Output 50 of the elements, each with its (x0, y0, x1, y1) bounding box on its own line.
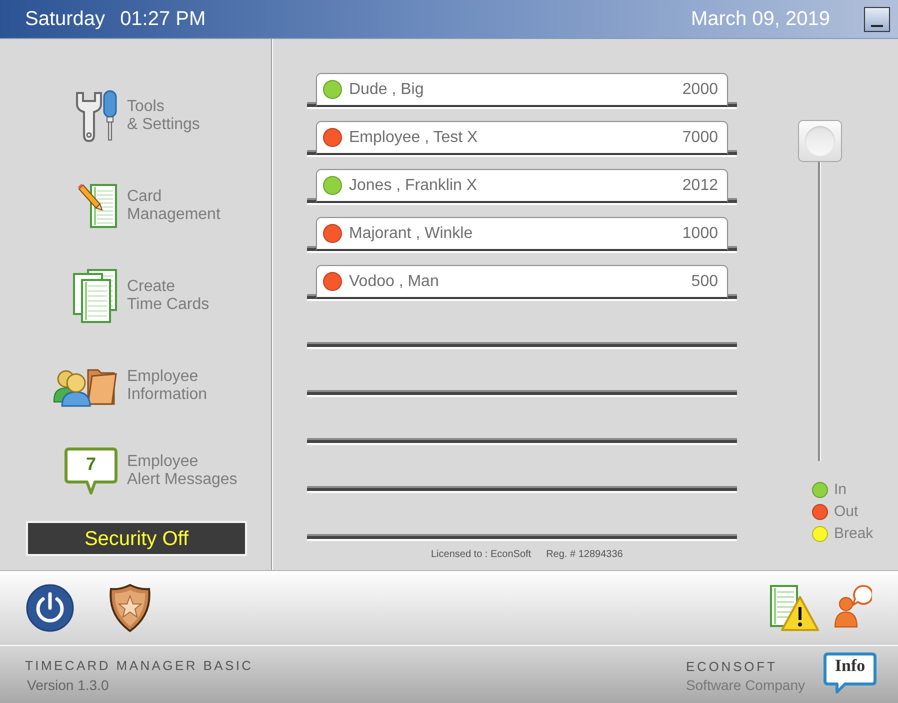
shield-star-icon (108, 583, 152, 633)
registration-number: Reg. # 12894336 (546, 548, 623, 562)
employee-row[interactable]: Jones , Franklin X 2012 (316, 169, 728, 204)
power-button[interactable] (26, 584, 74, 632)
company-name: ECONSOFT (686, 659, 778, 674)
document-pencil-icon (76, 183, 118, 229)
security-shield-button[interactable] (108, 583, 152, 633)
user-messages-button[interactable] (834, 584, 872, 628)
legend-label: Out (834, 504, 858, 519)
info-button[interactable]: Info (823, 652, 877, 694)
power-icon (26, 584, 74, 632)
scrollbar-thumb[interactable] (798, 120, 842, 162)
employee-name: Dude , Big (349, 80, 424, 100)
employee-number: 2000 (682, 80, 718, 100)
product-name: TIMECARD MANAGER BASIC (25, 658, 254, 673)
day-label: Saturday (25, 7, 106, 32)
employee-row[interactable]: Vodoo , Man 500 (316, 265, 728, 300)
minimize-icon (871, 24, 883, 26)
legend-label: Break (834, 526, 874, 541)
document-warning-icon (769, 584, 819, 632)
tools-settings-button[interactable]: Tools & Settings (74, 90, 200, 142)
employee-row[interactable]: Dude , Big 2000 (316, 73, 728, 108)
employee-name: Majorant , Winkle (349, 224, 473, 244)
alerts-report-button[interactable] (769, 584, 819, 632)
card-management-button[interactable]: Card Management (76, 183, 220, 229)
employee-row[interactable]: Majorant , Winkle 1000 (316, 217, 728, 252)
time-label: 01:27 PM (120, 7, 206, 32)
employee-number: 7000 (682, 128, 718, 148)
version-label: Version 1.3.0 (27, 677, 110, 693)
scrollbar-track[interactable] (818, 162, 821, 461)
employee-row[interactable]: Employee , Test X 7000 (316, 121, 728, 156)
company-tagline: Software Company (686, 677, 805, 693)
employee-name: Employee , Test X (349, 128, 478, 148)
employee-number: 1000 (682, 224, 718, 244)
person-speech-bubble-icon (834, 584, 872, 628)
security-status-label: Security Off (26, 521, 247, 556)
employee-information-button[interactable]: Employee Information (52, 364, 208, 408)
legend-label: In (834, 482, 847, 497)
employee-alert-messages-button[interactable]: 7 Employee Alert Messages (64, 446, 238, 496)
employee-name: Jones , Franklin X (349, 176, 478, 196)
create-time-cards-button[interactable]: Create Time Cards (72, 268, 210, 324)
employee-name: Vodoo , Man (349, 272, 439, 292)
employee-number: 500 (691, 272, 718, 292)
license-text: Licensed to : EconSoft (431, 548, 532, 562)
employee-number: 2012 (682, 176, 718, 196)
wrench-screwdriver-icon (74, 90, 118, 142)
minimize-button[interactable] (864, 6, 890, 32)
message-count-badge: 7 (64, 446, 118, 496)
date-label: March 09, 2019 (691, 7, 830, 32)
stacked-documents-icon (72, 268, 118, 324)
